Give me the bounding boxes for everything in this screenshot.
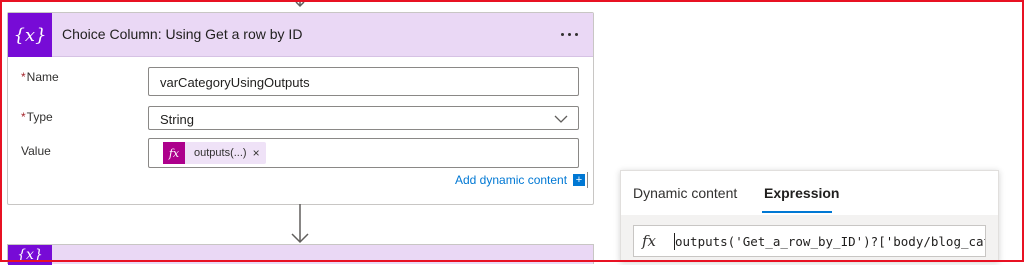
card-title[interactable]: Choice Column: Using Get a row by ID bbox=[62, 26, 302, 42]
type-dropdown-value: String bbox=[160, 112, 194, 127]
fx-icon: fx bbox=[642, 232, 657, 250]
chevron-down-icon bbox=[554, 115, 568, 123]
type-dropdown[interactable]: String bbox=[148, 106, 579, 130]
dynamic-content-panel: Dynamic content Expression fx outputs('G… bbox=[620, 170, 999, 262]
value-label: Value bbox=[21, 144, 51, 158]
tab-expression[interactable]: Expression bbox=[764, 185, 839, 201]
next-action-card[interactable]: {x} bbox=[7, 244, 594, 265]
name-label: *Name bbox=[21, 70, 59, 84]
expression-text: outputs('Get_a_row_by_ID')?['body/blog_c… bbox=[675, 234, 985, 249]
active-tab-indicator bbox=[762, 211, 832, 213]
set-variable-card: {x} Choice Column: Using Get a row by ID… bbox=[7, 12, 594, 205]
name-label-text: Name bbox=[26, 70, 59, 84]
required-mark: * bbox=[21, 110, 26, 124]
expression-input[interactable]: fx outputs('Get_a_row_by_ID')?['body/blo… bbox=[633, 225, 986, 257]
name-input-value: varCategoryUsingOutputs bbox=[160, 75, 310, 90]
type-label-text: Type bbox=[26, 110, 53, 124]
connector-arrow bbox=[291, 204, 309, 244]
variable-icon: {x} bbox=[8, 245, 52, 265]
add-dynamic-content-icon[interactable]: + bbox=[573, 174, 585, 186]
more-dot-icon bbox=[560, 32, 564, 36]
connector-arrow-top bbox=[295, 0, 305, 8]
value-input[interactable]: fx outputs(...) × bbox=[148, 138, 579, 168]
more-dot-icon bbox=[567, 32, 571, 36]
required-mark: * bbox=[21, 70, 26, 84]
card-header[interactable]: {x} Choice Column: Using Get a row by ID bbox=[8, 13, 593, 57]
fx-icon: fx bbox=[163, 142, 185, 164]
token-remove-icon[interactable]: × bbox=[253, 146, 260, 160]
expression-area: fx outputs('Get_a_row_by_ID')?['body/blo… bbox=[621, 215, 998, 261]
divider bbox=[587, 172, 588, 188]
type-label: *Type bbox=[21, 110, 53, 124]
variable-icon: {x} bbox=[8, 13, 52, 57]
more-dot-icon bbox=[574, 32, 578, 36]
more-options-button[interactable] bbox=[555, 21, 583, 47]
token-label: outputs(...) bbox=[194, 147, 247, 159]
tab-dynamic-content[interactable]: Dynamic content bbox=[633, 185, 737, 201]
name-input[interactable]: varCategoryUsingOutputs bbox=[148, 67, 579, 96]
expression-token[interactable]: fx outputs(...) × bbox=[163, 142, 266, 164]
add-dynamic-content-link[interactable]: Add dynamic content bbox=[455, 173, 567, 187]
